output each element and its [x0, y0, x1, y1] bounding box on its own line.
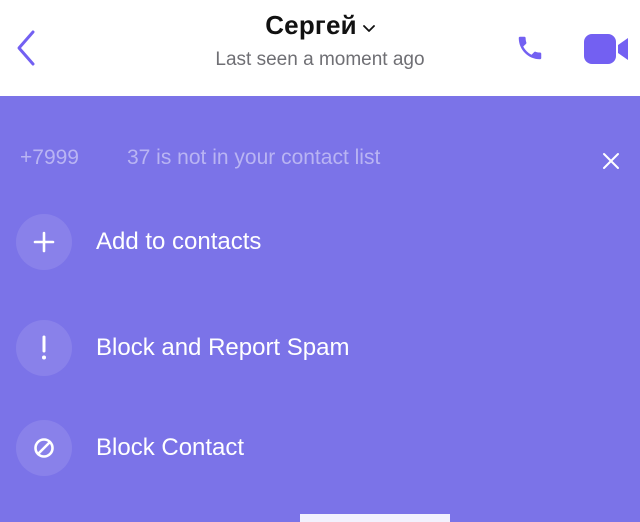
block-and-report-spam-button[interactable]: Block and Report Spam — [16, 318, 616, 378]
block-icon — [34, 438, 54, 458]
report-icon-circle — [16, 320, 72, 376]
cut-off-text-fragment — [300, 514, 450, 522]
notice-message: 37 is not in your contact list — [126, 146, 381, 169]
last-seen-status: Last seen a moment ago — [215, 49, 425, 70]
add-to-contacts-button[interactable]: Add to contacts — [16, 212, 616, 272]
block-contact-label: Block Contact — [96, 434, 245, 461]
block-and-report-spam-label: Block and Report Spam — [96, 334, 350, 361]
unknown-contact-panel: +7999 37 is not in your contact list Add … — [0, 96, 640, 522]
add-icon-circle — [16, 214, 72, 270]
close-button[interactable] — [596, 146, 626, 176]
exclamation-icon — [42, 335, 46, 360]
cut-off-message — [0, 508, 640, 522]
close-icon — [603, 153, 619, 169]
contact-name: Сергей — [265, 10, 357, 40]
chat-header: Сергей Last seen a moment ago — [0, 0, 640, 96]
back-button[interactable] — [6, 22, 46, 74]
chevron-down-icon — [362, 24, 375, 32]
unknown-contact-notice: +7999 37 is not in your contact list — [20, 146, 380, 170]
plus-icon — [33, 231, 55, 253]
contact-name-button[interactable]: Сергей — [265, 10, 375, 41]
chat-screen: Сергей Last seen a moment ago +7999 37 is… — [0, 0, 640, 522]
video-camera-icon — [584, 34, 628, 64]
video-call-button[interactable] — [578, 30, 634, 68]
phone-icon — [518, 36, 542, 60]
block-contact-button[interactable]: Block Contact — [16, 418, 616, 478]
phone-number: +7999 — [20, 146, 79, 169]
add-to-contacts-label: Add to contacts — [96, 228, 262, 255]
call-button[interactable] — [510, 28, 550, 68]
block-icon-circle — [16, 420, 72, 476]
back-chevron-icon — [17, 30, 35, 66]
title-block: Сергей Last seen a moment ago — [160, 10, 480, 71]
